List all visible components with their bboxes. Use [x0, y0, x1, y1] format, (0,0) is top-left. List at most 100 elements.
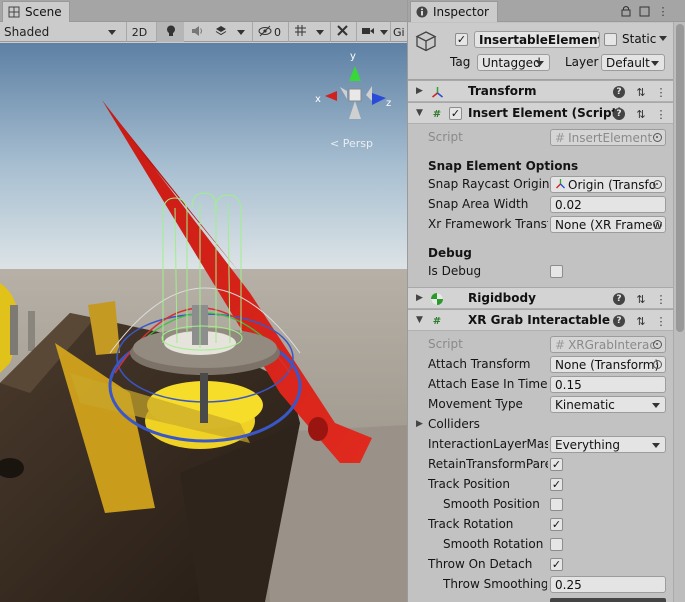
chevron-right-icon[interactable]: ▶ — [416, 419, 423, 429]
panel-menu-icon[interactable]: ⋮ — [656, 4, 670, 18]
inspector-scrollbar[interactable] — [673, 22, 685, 602]
axis-x-label: x — [315, 94, 321, 105]
inspector-scrollbar-thumb[interactable] — [676, 24, 684, 332]
scene-effects-button[interactable] — [210, 22, 232, 42]
xr-grab-title: XR Grab Interactable — [468, 313, 610, 327]
axis-y-label: y — [350, 51, 356, 62]
effects-dropdown[interactable] — [234, 22, 248, 42]
inspector-panel: Inspector ⋮ ✓ InsertableElement Static T… — [407, 0, 685, 602]
help-icon[interactable]: ? — [613, 315, 625, 327]
script-hash-icon: # — [432, 108, 442, 120]
help-icon[interactable]: ? — [613, 293, 625, 305]
shading-mode-value: Shaded — [4, 25, 50, 39]
smooth-rotation-checkbox[interactable] — [550, 538, 563, 551]
camera-dropdown[interactable] — [378, 22, 390, 42]
insert-element-enabled-checkbox[interactable]: ✓ — [449, 107, 462, 120]
rigidbody-sphere-icon — [430, 292, 444, 306]
throw-on-detach-checkbox[interactable]: ✓ — [550, 558, 563, 571]
colliders-foldout[interactable]: Colliders — [428, 416, 480, 433]
tab-inspector[interactable]: Inspector — [410, 1, 498, 22]
throw-smoothing-duration-label: Throw Smoothing Duration — [443, 577, 547, 591]
chevron-down-icon — [237, 29, 245, 35]
object-header: ✓ InsertableElement Static Tag Untagged … — [408, 23, 673, 80]
component-menu-icon[interactable]: ⋮ — [654, 107, 668, 121]
snap-raycast-origin-field[interactable]: Origin (Transfo — [550, 176, 666, 193]
shading-mode-dropdown[interactable]: Shaded — [0, 22, 120, 42]
interaction-layer-mask-dropdown[interactable]: Everything — [550, 436, 666, 453]
chevron-down-icon — [316, 29, 324, 35]
static-checkbox[interactable] — [604, 33, 617, 46]
scene-lighting-button[interactable] — [156, 22, 184, 42]
layers-icon — [215, 25, 227, 40]
preset-sliders-icon[interactable]: ⇅ — [634, 314, 648, 328]
tab-inspector-label: Inspector — [433, 5, 489, 19]
persp-label[interactable]: < Persp — [330, 137, 373, 150]
xr-grab-script-field: # XRGrabInterac — [550, 336, 666, 353]
maximize-icon[interactable] — [637, 4, 651, 18]
preset-sliders-icon[interactable]: ⇅ — [634, 292, 648, 306]
track-rotation-checkbox[interactable]: ✓ — [550, 518, 563, 531]
insert-element-component-header[interactable]: ▼ # ✓ Insert Element (Script) ? ⇅ ⋮ — [408, 102, 673, 124]
lightbulb-icon — [166, 25, 176, 40]
attach-transform-field[interactable]: None (Transform) — [550, 356, 666, 373]
component-menu-icon[interactable]: ⋮ — [654, 292, 668, 306]
xr-grab-component-header[interactable]: ▼ # XR Grab Interactable ? ⇅ ⋮ — [408, 309, 673, 331]
scene-audio-button[interactable] — [186, 22, 208, 42]
transform-component-header[interactable]: ▶ Transform ? ⇅ ⋮ — [408, 80, 673, 102]
chevron-down-icon — [380, 29, 388, 35]
component-menu-icon[interactable]: ⋮ — [654, 85, 668, 99]
movement-type-dropdown[interactable]: Kinematic — [550, 396, 666, 413]
is-debug-checkbox[interactable] — [550, 265, 563, 278]
toggle-2d-button[interactable]: 2D — [126, 22, 152, 42]
track-rotation-label: Track Rotation — [428, 517, 514, 531]
object-picker-icon[interactable] — [653, 180, 662, 189]
smooth-position-label: Smooth Position — [443, 497, 540, 511]
help-icon[interactable]: ? — [613, 86, 625, 98]
debug-section-heading: Debug — [428, 246, 472, 260]
rigidbody-component-header[interactable]: ▶ Rigidbody ? ⇅ ⋮ — [408, 287, 673, 309]
snap-section-heading: Snap Element Options — [428, 159, 579, 173]
component-menu-icon[interactable]: ⋮ — [654, 314, 668, 328]
movement-type-label: Movement Type — [428, 397, 523, 411]
attach-ease-input[interactable]: 0.15 — [550, 376, 666, 393]
grid-snap-button[interactable] — [288, 22, 312, 42]
tab-scene[interactable]: Scene — [2, 1, 70, 22]
object-picker-icon — [653, 133, 662, 142]
object-name-input[interactable]: InsertableElement — [474, 31, 600, 48]
track-position-checkbox[interactable]: ✓ — [550, 478, 563, 491]
camera-icon — [361, 26, 375, 39]
xr-framework-transform-label: Xr Framework Transfo — [428, 217, 548, 231]
axis-z-label: z — [386, 98, 391, 109]
lock-icon[interactable] — [619, 4, 633, 18]
attach-transform-value: None (Transform) — [555, 357, 660, 372]
static-dropdown[interactable] — [659, 36, 667, 41]
scene-viewport[interactable]: y x z < Persp — [0, 43, 407, 602]
object-picker-icon[interactable] — [653, 220, 662, 229]
snap-area-width-input[interactable]: 0.02 — [550, 196, 666, 213]
transform-axes-icon — [430, 85, 444, 99]
chevron-down-icon: ▼ — [416, 315, 423, 325]
grid-dropdown[interactable] — [313, 22, 327, 42]
preset-sliders-icon[interactable]: ⇅ — [634, 85, 648, 99]
gizmos-button[interactable]: Gi — [390, 22, 407, 42]
retain-transform-parent-checkbox[interactable]: ✓ — [550, 458, 563, 471]
object-picker-icon[interactable] — [653, 360, 662, 369]
hidden-objects-toggle[interactable]: 0 — [252, 22, 286, 42]
is-debug-label: Is Debug — [428, 264, 482, 278]
toggle-2d-label: 2D — [131, 25, 148, 39]
camera-button[interactable] — [356, 22, 378, 42]
hidden-count: 0 — [274, 25, 281, 39]
xr-framework-transform-field[interactable]: None (XR Framew — [550, 216, 666, 233]
help-icon[interactable]: ? — [613, 108, 625, 120]
grid-icon — [294, 24, 307, 40]
tools-button[interactable] — [330, 22, 354, 42]
throw-on-detach-label: Throw On Detach — [428, 557, 533, 571]
throw-smoothing-duration-input[interactable]: 0.25 — [550, 576, 666, 593]
layer-dropdown[interactable]: Default — [601, 54, 665, 71]
preset-sliders-icon[interactable]: ⇅ — [634, 107, 648, 121]
tag-dropdown[interactable]: Untagged — [477, 54, 550, 71]
object-active-checkbox[interactable]: ✓ — [455, 33, 468, 46]
rigidbody-title: Rigidbody — [468, 291, 536, 305]
object-picker-icon — [653, 340, 662, 349]
smooth-position-checkbox[interactable] — [550, 498, 563, 511]
